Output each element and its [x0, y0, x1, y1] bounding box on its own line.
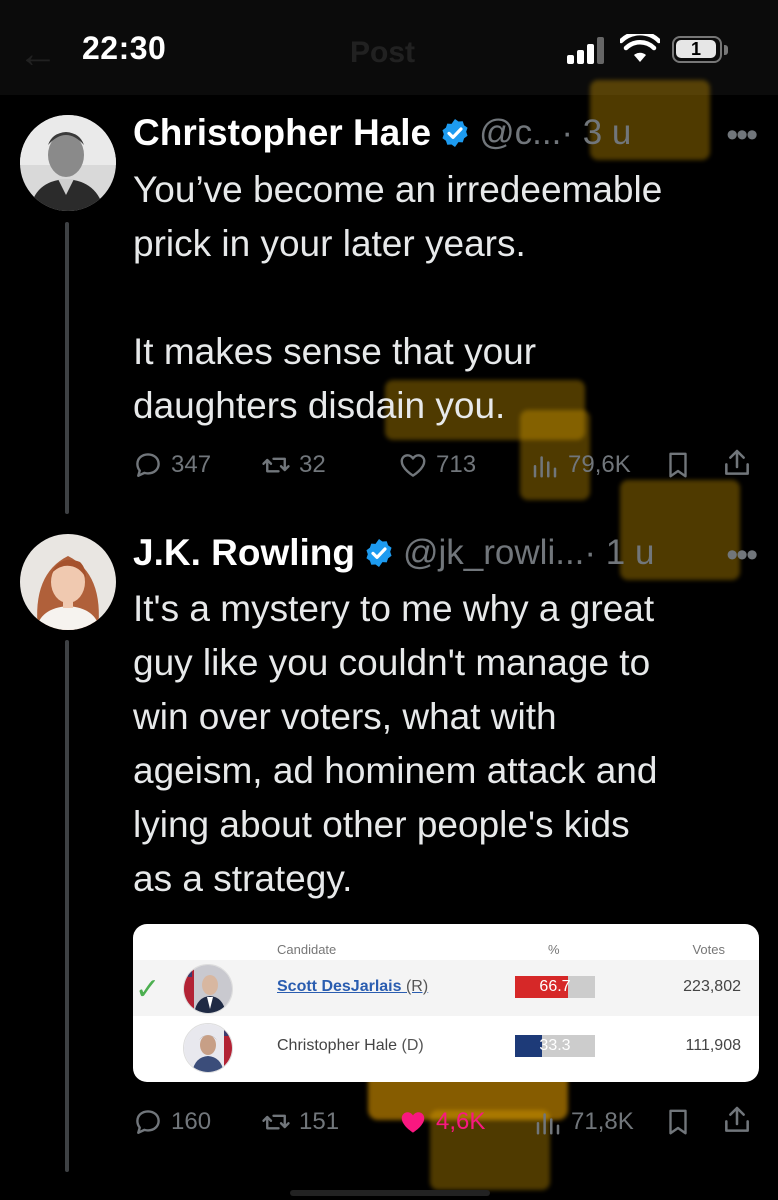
like-count: 4,6K — [436, 1108, 486, 1135]
percent-bar: 66.7 — [515, 976, 595, 998]
avatar[interactable] — [20, 534, 116, 630]
repost-button[interactable]: 151 — [261, 1102, 339, 1142]
views-count: 71,8K — [571, 1108, 634, 1135]
like-button[interactable]: 4,6K — [398, 1102, 485, 1142]
candidate-party: (R) — [405, 978, 429, 995]
candidate-photo — [183, 1023, 233, 1073]
candidate-photo — [183, 964, 233, 1014]
home-indicator — [290, 1190, 490, 1196]
result-row: Christopher Hale (D) 33.3 111,908 — [133, 1019, 759, 1075]
author-handle[interactable]: @jk_rowli... — [403, 533, 584, 573]
column-header-percent: % — [548, 942, 560, 957]
candidate-name-label: Christopher Hale (D) — [277, 1037, 424, 1055]
repost-icon — [262, 1114, 290, 1130]
percent-bar: 33.3 — [515, 1035, 595, 1057]
more-icon[interactable]: ••• — [726, 536, 758, 575]
column-header-candidate: Candidate — [277, 942, 337, 957]
author-name[interactable]: J.K. Rowling — [133, 532, 355, 574]
vote-count: 223,802 — [683, 978, 741, 995]
views-button[interactable]: 71,8K — [533, 1102, 634, 1142]
candidate-name[interactable]: Scott DesJarlais — [277, 978, 402, 995]
candidate-party: (D) — [401, 1037, 424, 1054]
candidate-name: Christopher Hale — [277, 1037, 398, 1054]
candidate-name-link[interactable]: Scott DesJarlais (R) — [277, 978, 428, 996]
column-header-votes: Votes — [692, 942, 725, 957]
reply-button[interactable]: 160 — [133, 1102, 211, 1142]
tweet-header: J.K. Rowling @jk_rowli... · 1 u — [133, 531, 654, 575]
result-row: ✓ Scott DesJarlais (R) 66.7 223,802 — [133, 960, 759, 1016]
tweet[interactable]: J.K. Rowling @jk_rowli... · 1 u ••• It's… — [0, 0, 778, 1200]
repost-count: 151 — [299, 1108, 340, 1135]
reply-count: 160 — [171, 1108, 212, 1135]
percent-value: 33.3 — [539, 1037, 571, 1054]
thread-line — [65, 640, 69, 1172]
heart-filled-icon — [401, 1112, 425, 1133]
election-results-image[interactable]: Candidate % Votes ✓ Scott DesJarlais (R)… — [133, 924, 759, 1082]
verified-icon — [366, 539, 392, 567]
percent-value: 66.7 — [539, 978, 571, 995]
tweet-actions: 160 151 4,6K 71,8K — [133, 1102, 763, 1142]
vote-count: 111,908 — [685, 1037, 741, 1054]
post-time[interactable]: · 1 u — [584, 533, 654, 573]
tweet-text: It's a mystery to me why a great guy lik… — [133, 588, 658, 899]
views-icon — [536, 1113, 560, 1135]
winner-check-icon: ✓ — [135, 973, 161, 1006]
reply-icon — [136, 1110, 160, 1134]
bookmark-icon[interactable] — [663, 1106, 693, 1138]
share-icon[interactable] — [721, 1104, 753, 1136]
